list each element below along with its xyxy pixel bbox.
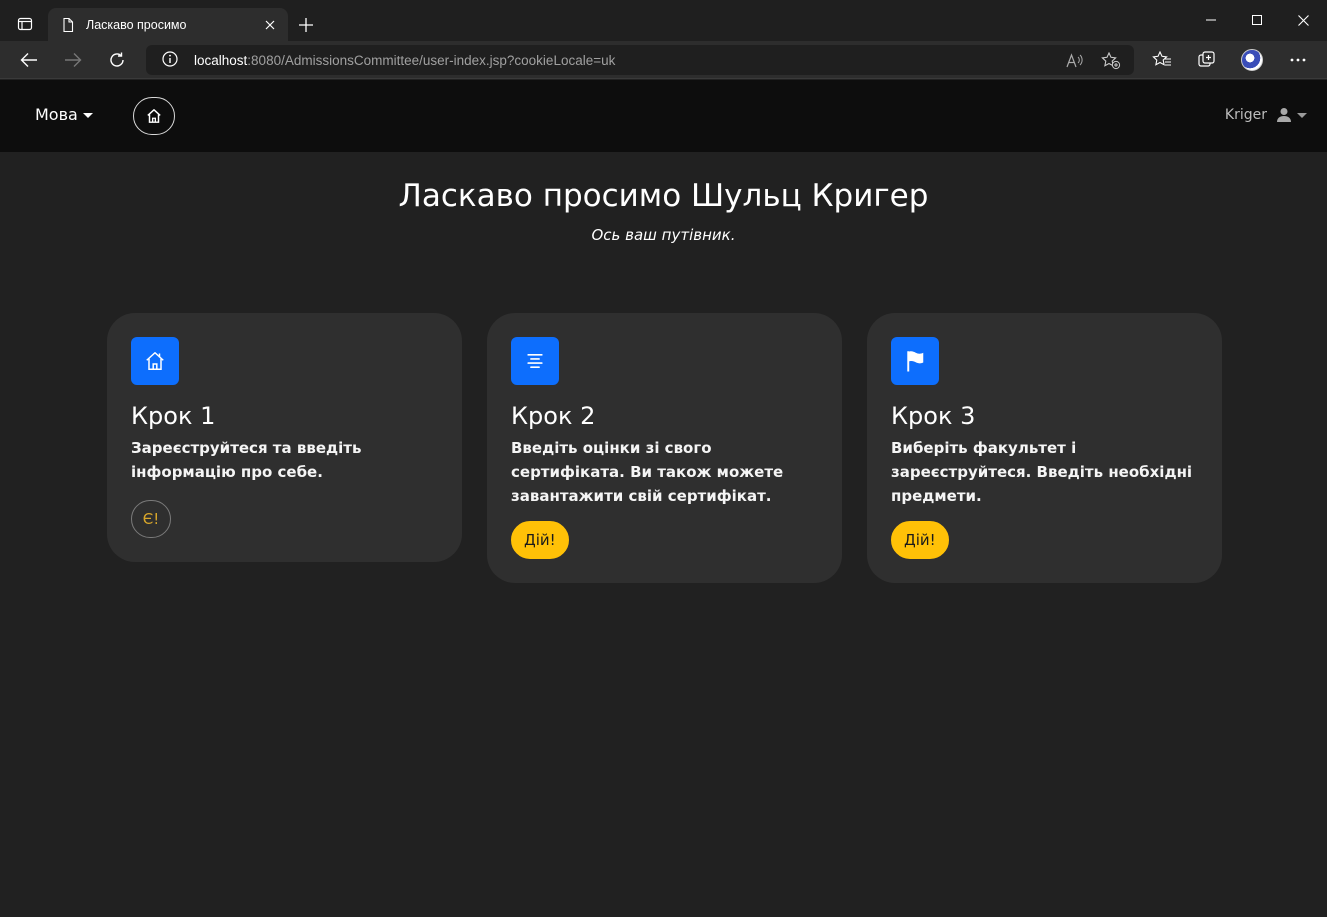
read-aloud-icon[interactable]: [1064, 51, 1086, 71]
refresh-icon[interactable]: [104, 47, 130, 73]
home-button[interactable]: [133, 97, 175, 135]
step-action-button[interactable]: Дій!: [891, 521, 949, 559]
site-navbar: Мова Kriger: [0, 80, 1327, 152]
collections-icon[interactable]: [1195, 48, 1219, 72]
new-tab-icon[interactable]: [294, 13, 318, 37]
language-label: Мова: [35, 105, 78, 124]
text-center-icon: [511, 337, 559, 385]
step-title: Крок 1: [131, 402, 216, 430]
house-icon: [131, 337, 179, 385]
step-title: Крок 2: [511, 402, 596, 430]
caret-down-icon: [1297, 113, 1307, 118]
maximize-icon[interactable]: [1239, 6, 1275, 34]
house-icon: [147, 109, 161, 123]
browser-tab-strip: Ласкаво просимо: [0, 0, 1327, 41]
forward-icon[interactable]: [60, 47, 86, 73]
step-description: Зареєструйтеся та введіть інформацію про…: [131, 439, 362, 481]
url-field[interactable]: localhost:8080/AdmissionsCommittee/user-…: [146, 45, 1134, 75]
url-text: localhost:8080/AdmissionsCommittee/user-…: [194, 52, 616, 68]
person-icon: [1276, 107, 1292, 123]
page-title: Ласкаво просимо Шульц Кригер: [398, 178, 929, 214]
flag-icon: [891, 337, 939, 385]
step-card-3: Крок 3 Виберіть факультет і зареєструйте…: [867, 313, 1222, 583]
favorites-icon[interactable]: [1150, 48, 1174, 72]
step-action-button[interactable]: Дій!: [511, 521, 569, 559]
step-done-button[interactable]: Є!: [131, 500, 171, 538]
page-subtitle: Ось ваш путівник.: [591, 226, 736, 244]
info-icon[interactable]: [162, 51, 180, 69]
step-description: Введіть оцінки зі свого сертифіката. Ви …: [511, 439, 784, 505]
minimize-icon[interactable]: [1193, 6, 1229, 34]
tab-actions-icon[interactable]: [9, 10, 41, 38]
back-icon[interactable]: [16, 47, 42, 73]
browser-tab[interactable]: Ласкаво просимо: [48, 8, 288, 41]
close-tab-icon[interactable]: [262, 17, 278, 33]
close-window-icon[interactable]: [1285, 6, 1321, 34]
more-menu-icon[interactable]: [1286, 48, 1310, 72]
user-menu[interactable]: Kriger: [1225, 107, 1307, 123]
step-title: Крок 3: [891, 402, 976, 430]
tab-title: Ласкаво просимо: [86, 17, 187, 32]
add-favorite-icon[interactable]: [1100, 51, 1122, 71]
step-card-1: Крок 1 Зареєструйтеся та введіть інформа…: [107, 313, 462, 562]
username: Kriger: [1224, 107, 1267, 123]
page-icon: [60, 17, 76, 33]
language-dropdown[interactable]: Мова: [35, 105, 93, 124]
profile-avatar[interactable]: [1240, 48, 1264, 72]
browser-address-bar: localhost:8080/AdmissionsCommittee/user-…: [0, 41, 1327, 79]
caret-down-icon: [82, 112, 93, 118]
step-card-2: Крок 2 Введіть оцінки зі свого сертифіка…: [487, 313, 842, 583]
step-description: Виберіть факультет і зареєструйтеся. Вве…: [891, 439, 1193, 505]
